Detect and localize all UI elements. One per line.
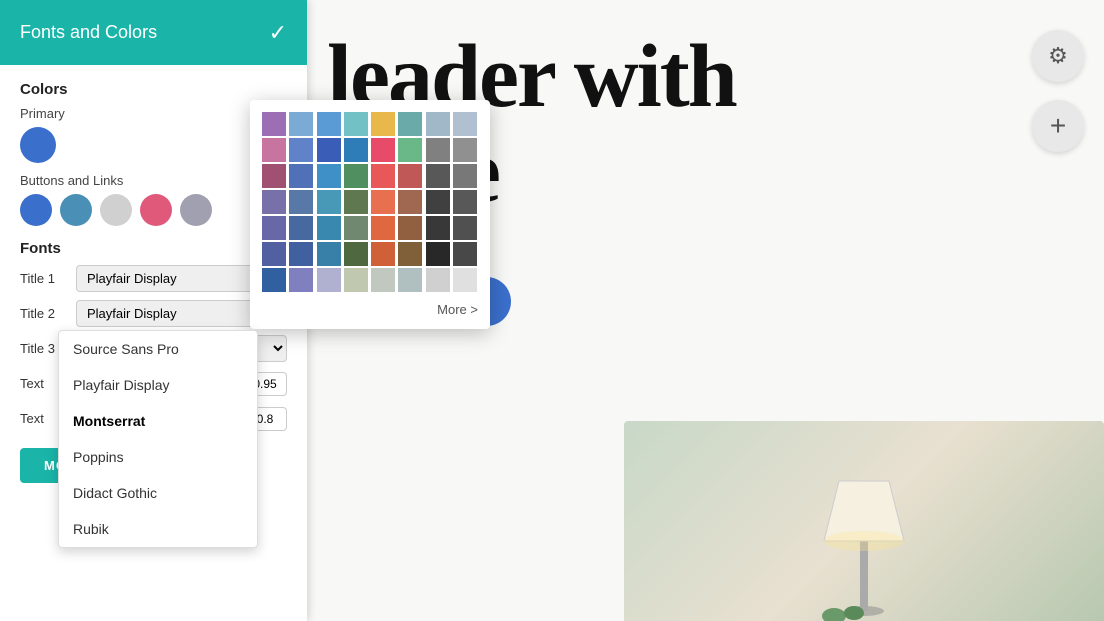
color-cell[interactable]: [317, 190, 341, 214]
color-cell[interactable]: [289, 268, 313, 292]
color-cell[interactable]: [289, 112, 313, 136]
swatch-blue[interactable]: [20, 194, 52, 226]
color-cell[interactable]: [344, 112, 368, 136]
color-cell[interactable]: [398, 112, 422, 136]
color-cell[interactable]: [453, 112, 477, 136]
color-cell[interactable]: [344, 164, 368, 188]
color-cell[interactable]: [453, 190, 477, 214]
color-cell[interactable]: [426, 216, 450, 240]
color-cell[interactable]: [262, 216, 286, 240]
sidebar-header: Fonts and Colors ✓: [0, 0, 307, 65]
plus-button[interactable]: +: [1032, 100, 1084, 152]
color-cell[interactable]: [289, 138, 313, 162]
swatch-pink[interactable]: [140, 194, 172, 226]
font-dropdown-item[interactable]: Didact Gothic: [59, 475, 257, 511]
font-dropdown-item[interactable]: Source Sans Pro: [59, 331, 257, 367]
color-cell[interactable]: [453, 268, 477, 292]
color-cell[interactable]: [262, 112, 286, 136]
color-cell[interactable]: [317, 216, 341, 240]
title1-label: Title 1: [20, 271, 68, 286]
sidebar-title: Fonts and Colors: [20, 22, 157, 43]
color-cell[interactable]: [289, 164, 313, 188]
color-cell[interactable]: [371, 164, 395, 188]
color-cell[interactable]: [453, 138, 477, 162]
title2-row: Title 2 Playfair Display: [20, 300, 287, 327]
swatch-light-gray[interactable]: [100, 194, 132, 226]
color-cell[interactable]: [371, 242, 395, 266]
color-cell[interactable]: [453, 242, 477, 266]
color-cell[interactable]: [289, 216, 313, 240]
color-cell[interactable]: [262, 164, 286, 188]
color-cell[interactable]: [398, 242, 422, 266]
color-cell[interactable]: [371, 138, 395, 162]
color-cell[interactable]: [426, 190, 450, 214]
plus-icon: +: [1050, 110, 1066, 142]
color-cell[interactable]: [398, 138, 422, 162]
color-cell[interactable]: [426, 138, 450, 162]
color-cell[interactable]: [317, 242, 341, 266]
color-cell[interactable]: [371, 112, 395, 136]
color-cell[interactable]: [426, 242, 450, 266]
color-cell[interactable]: [344, 190, 368, 214]
color-cell[interactable]: [371, 190, 395, 214]
primary-label: Primary: [20, 106, 287, 121]
color-cell[interactable]: [317, 138, 341, 162]
color-cell[interactable]: [426, 268, 450, 292]
color-cell[interactable]: [453, 164, 477, 188]
color-more-link[interactable]: More >: [262, 302, 478, 317]
font-dropdown-item[interactable]: Montserrat: [59, 403, 257, 439]
color-cell[interactable]: [398, 190, 422, 214]
color-grid: [262, 112, 478, 292]
color-picker-popup: More >: [250, 100, 490, 329]
font-dropdown-item[interactable]: Rubik: [59, 511, 257, 547]
confirm-icon[interactable]: ✓: [269, 20, 287, 46]
color-cell[interactable]: [371, 216, 395, 240]
color-cell[interactable]: [453, 216, 477, 240]
colors-section-label: Colors: [20, 81, 287, 98]
color-cell[interactable]: [344, 242, 368, 266]
color-cell[interactable]: [398, 216, 422, 240]
color-cell[interactable]: [371, 268, 395, 292]
gear-button[interactable]: ⚙: [1032, 30, 1084, 82]
font-dropdown-item[interactable]: Playfair Display: [59, 367, 257, 403]
buttons-links-label: Buttons and Links: [20, 173, 287, 188]
color-cell[interactable]: [398, 268, 422, 292]
color-cell[interactable]: [344, 216, 368, 240]
color-cell[interactable]: [317, 112, 341, 136]
color-cell[interactable]: [262, 268, 286, 292]
color-cell[interactable]: [289, 190, 313, 214]
lamp-illustration: [804, 441, 924, 621]
color-cell[interactable]: [398, 164, 422, 188]
buttons-links-colors: [20, 194, 287, 226]
color-cell[interactable]: [344, 138, 368, 162]
title2-label: Title 2: [20, 306, 68, 321]
font-dropdown-menu: Source Sans ProPlayfair DisplayMontserra…: [58, 330, 258, 548]
color-cell[interactable]: [426, 112, 450, 136]
swatch-teal[interactable]: [60, 194, 92, 226]
color-cell[interactable]: [262, 190, 286, 214]
hero-image-area: [624, 421, 1104, 621]
title1-row: Title 1 Playfair Display: [20, 265, 287, 292]
font-dropdown-item[interactable]: Poppins: [59, 439, 257, 475]
color-cell[interactable]: [262, 242, 286, 266]
color-cell[interactable]: [344, 268, 368, 292]
primary-color-container: [20, 127, 287, 163]
color-cell[interactable]: [317, 164, 341, 188]
color-cell[interactable]: [262, 138, 286, 162]
color-cell[interactable]: [289, 242, 313, 266]
color-cell[interactable]: [426, 164, 450, 188]
fonts-section-label: Fonts: [20, 240, 287, 257]
primary-color-swatch[interactable]: [20, 127, 56, 163]
swatch-gray[interactable]: [180, 194, 212, 226]
gear-icon: ⚙: [1048, 43, 1068, 69]
color-cell[interactable]: [317, 268, 341, 292]
